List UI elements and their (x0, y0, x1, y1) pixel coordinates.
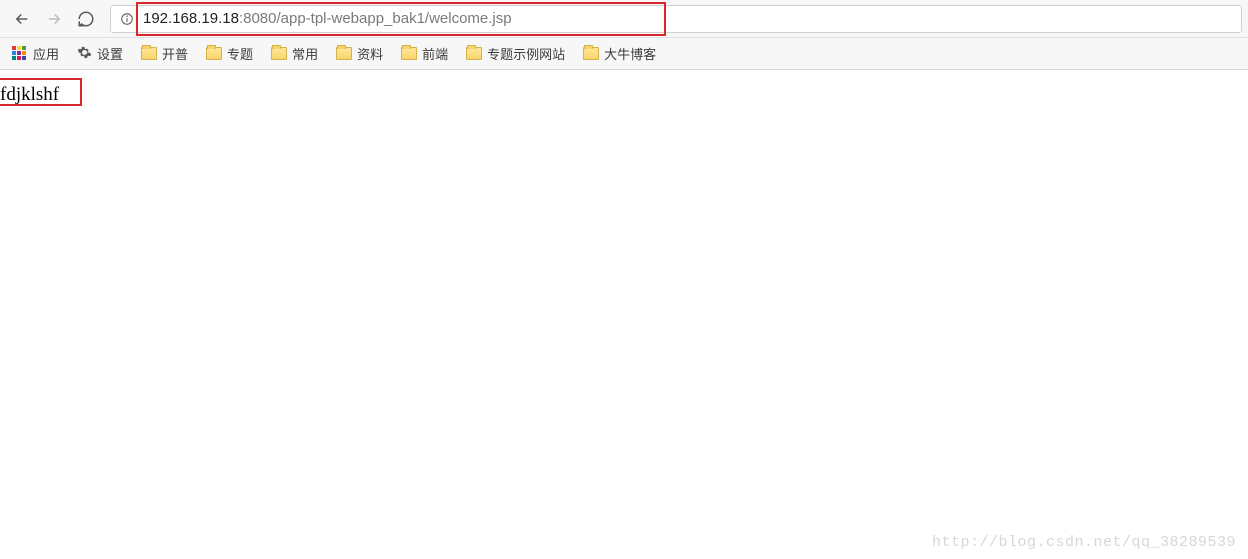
bookmarks-bar: 应用 设置 开普 专题 常用 资料 前端 专题示例网站 大牛博客 (0, 38, 1248, 70)
apps-icon (12, 46, 28, 62)
gear-icon (77, 45, 92, 63)
folder-icon (206, 47, 222, 60)
reload-button[interactable] (70, 3, 102, 35)
back-button[interactable] (6, 3, 38, 35)
bookmark-folder[interactable]: 常用 (265, 40, 324, 67)
bookmark-folder[interactable]: 开普 (135, 40, 194, 67)
bookmark-label: 大牛博客 (604, 44, 656, 63)
bookmark-label: 设置 (97, 44, 123, 63)
site-info-icon[interactable] (119, 11, 135, 27)
bookmark-label: 专题示例网站 (487, 44, 565, 63)
bookmark-folder[interactable]: 专题 (200, 40, 259, 67)
bookmark-label: 专题 (227, 44, 253, 63)
url-text: 192.168.19.18:8080/app-tpl-webapp_bak1/w… (143, 10, 512, 27)
folder-icon (271, 47, 287, 60)
bookmark-folder[interactable]: 前端 (395, 40, 454, 67)
browser-toolbar: 192.168.19.18:8080/app-tpl-webapp_bak1/w… (0, 0, 1248, 38)
apps-button[interactable]: 应用 (6, 40, 65, 67)
bookmark-label: 开普 (162, 44, 188, 63)
folder-icon (401, 47, 417, 60)
folder-icon (336, 47, 352, 60)
bookmark-folder[interactable]: 资料 (330, 40, 389, 67)
apps-label: 应用 (33, 44, 59, 63)
watermark-text: http://blog.csdn.net/qq_38289539 (932, 534, 1236, 551)
bookmark-folder[interactable]: 大牛博客 (577, 40, 662, 67)
folder-icon (141, 47, 157, 60)
bookmark-label: 常用 (292, 44, 318, 63)
address-bar[interactable]: 192.168.19.18:8080/app-tpl-webapp_bak1/w… (110, 5, 1242, 33)
folder-icon (466, 47, 482, 60)
folder-icon (583, 47, 599, 60)
bookmark-folder[interactable]: 专题示例网站 (460, 40, 571, 67)
bookmark-settings[interactable]: 设置 (71, 40, 129, 67)
bookmark-label: 资料 (357, 44, 383, 63)
bookmark-label: 前端 (422, 44, 448, 63)
page-body-text: fdjklshf (0, 82, 63, 108)
forward-button[interactable] (38, 3, 70, 35)
